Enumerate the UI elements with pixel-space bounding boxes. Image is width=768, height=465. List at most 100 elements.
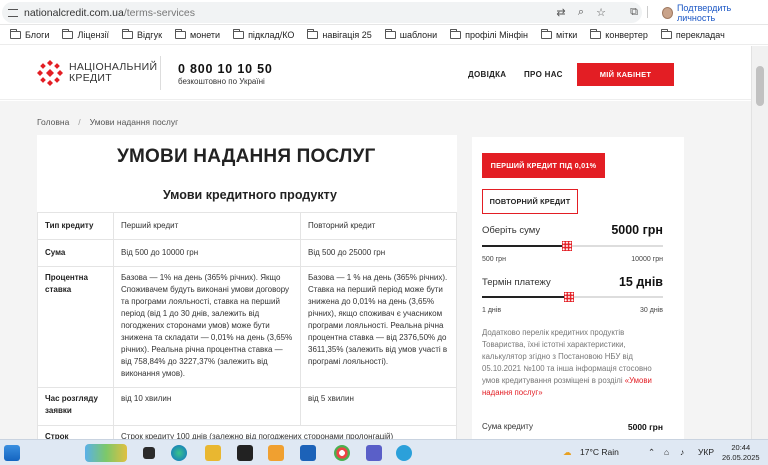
amount-slider-handle[interactable] — [562, 241, 573, 251]
site-header: НАЦІОНАЛЬНИЙ КРЕДИТ 0 800 10 10 50 безко… — [0, 46, 751, 100]
breadcrumb-home-link[interactable]: Головна — [37, 117, 69, 127]
table-cell: Перший кредит — [113, 212, 301, 240]
my-cabinet-button[interactable]: МІЙ КАБІНЕТ — [577, 63, 674, 86]
clock-time: 20:44 — [731, 443, 751, 452]
system-clock[interactable]: 20:44 26.05.2025 — [722, 443, 760, 463]
widgets-icon[interactable] — [85, 444, 127, 462]
address-bar[interactable]: nationalcredit.com.ua/terms-services — [2, 2, 642, 23]
table-cell: від 5 хвилин — [300, 387, 457, 426]
bookmark-folder[interactable]: Ліцензії — [62, 28, 109, 40]
section-subtitle: Умови кредитного продукту — [163, 188, 337, 202]
profile-button[interactable]: Подтвердить личность — [662, 3, 762, 23]
chrome-icon[interactable] — [334, 445, 350, 461]
app-icon[interactable] — [268, 445, 284, 461]
credit-sum-value: 5000 грн — [627, 422, 663, 432]
folder-icon — [175, 28, 187, 39]
breadcrumb: Головна / Умови надання послуг — [37, 117, 178, 127]
folder-icon — [233, 28, 245, 39]
amount-slider-fill — [482, 245, 568, 247]
bookmark-folder[interactable]: конвертер — [590, 28, 648, 40]
calculator-info: Додатково перелік кредитних продуктів То… — [482, 327, 662, 399]
bookmarks-bar: Блоги Ліцензії Відгук монети підклад/КО … — [0, 25, 768, 45]
edge-icon[interactable] — [171, 445, 187, 461]
nav-about-link[interactable]: ПРО НАС — [524, 70, 563, 79]
table-cell: від 10 хвилин — [113, 387, 301, 426]
folder-icon — [307, 28, 319, 39]
table-row: Сума Від 500 до 10000 грн Від 500 до 250… — [37, 239, 457, 267]
folder-icon — [660, 28, 672, 39]
term-value: 15 днів — [618, 275, 663, 289]
weather-text[interactable]: 17°C Rain — [580, 447, 619, 457]
volume-icon[interactable]: ♪ — [680, 447, 684, 457]
bookmark-folder[interactable]: Відгук — [122, 28, 162, 40]
folder-icon — [384, 28, 396, 39]
repeat-credit-button[interactable]: ПОВТОРНИЙ КРЕДИТ — [482, 189, 578, 214]
term-min: 1 днів — [482, 307, 502, 314]
phone-caption: безкоштовно по Україні — [178, 77, 265, 86]
folder-icon — [541, 28, 553, 39]
store-icon[interactable] — [237, 445, 253, 461]
page-scrollbar[interactable] — [751, 46, 768, 439]
scrollbar-thumb[interactable] — [756, 66, 764, 106]
main-content: УМОВИ НАДАННЯ ПОСЛУГ Умови кредитного пр… — [37, 135, 457, 456]
logo-line-2: КРЕДИТ — [69, 72, 112, 84]
term-slider[interactable] — [482, 292, 663, 302]
amount-label: Оберіть суму — [482, 225, 541, 236]
first-credit-button[interactable]: ПЕРШИЙ КРЕДИТ ПІД 0,01% — [482, 153, 605, 178]
site-info-icon[interactable] — [8, 8, 18, 17]
address-bar-row: nationalcredit.com.ua/terms-services ⇄ ⌕… — [0, 0, 768, 25]
table-cell: Від 500 до 10000 грн — [113, 239, 301, 267]
breadcrumb-current: Умови надання послуг — [89, 117, 179, 127]
network-icon[interactable]: ⌂ — [664, 447, 669, 457]
logo-icon[interactable] — [37, 60, 63, 86]
table-label-cell: Тип кредиту — [37, 212, 114, 240]
toolbar-divider — [647, 6, 648, 18]
telegram-icon[interactable] — [396, 445, 412, 461]
bookmark-folder[interactable]: монети — [175, 28, 220, 40]
credit-calculator: ПЕРШИЙ КРЕДИТ ПІД 0,01% ПОВТОРНИЙ КРЕДИТ… — [472, 137, 684, 439]
term-label: Термін платежу — [482, 277, 551, 288]
tray-chevron-icon[interactable]: ⌃ — [648, 447, 655, 458]
logo-text[interactable]: НАЦІОНАЛЬНИЙ КРЕДИТ — [69, 62, 157, 84]
phone-number[interactable]: 0 800 10 10 50 — [178, 62, 273, 76]
product-terms-table: Тип кредиту Перший кредит Повторний кред… — [37, 212, 457, 456]
bookmark-folder[interactable]: навігація 25 — [307, 28, 372, 40]
amount-slider[interactable] — [482, 241, 663, 251]
file-explorer-icon[interactable] — [205, 445, 221, 461]
table-row: Тип кредиту Перший кредит Повторний кред… — [37, 212, 457, 240]
language-indicator[interactable]: УКР — [698, 447, 714, 457]
folder-icon — [122, 28, 134, 39]
extensions-icon[interactable]: ⧉ — [627, 5, 641, 19]
table-row: Час розгляду заявки від 10 хвилин від 5 … — [37, 387, 457, 426]
bookmark-folder[interactable]: профілі Мінфін — [450, 28, 528, 40]
term-slider-handle[interactable] — [563, 292, 574, 302]
url-path: /terms-services — [123, 6, 195, 19]
url-domain: nationalcredit.com.ua — [24, 6, 124, 19]
bookmark-folder[interactable]: перекладач — [660, 28, 725, 40]
start-icon[interactable] — [4, 445, 20, 461]
translate-icon[interactable]: ⇄ — [554, 5, 568, 19]
table-cell: Повторний кредит — [300, 212, 457, 240]
outlook-icon[interactable] — [300, 445, 316, 461]
table-cell: Базова — 1 % на день (365% річних). Став… — [300, 266, 457, 388]
bookmark-folder[interactable]: мітки — [541, 28, 577, 40]
table-label-cell: Сума — [37, 239, 114, 267]
bookmark-folder[interactable]: Блоги — [10, 28, 49, 40]
folder-icon — [10, 28, 21, 39]
page-title: УМОВИ НАДАННЯ ПОСЛУГ — [117, 146, 376, 167]
avatar-icon — [662, 6, 673, 19]
zoom-icon[interactable]: ⌕ — [574, 5, 588, 19]
table-label-cell: Процентна ставка — [37, 266, 114, 388]
star-bookmark-icon[interactable]: ☆ — [594, 5, 608, 19]
table-row: Процентна ставка Базова — 1% на день (36… — [37, 266, 457, 388]
bookmark-folder[interactable]: підклад/КО — [233, 28, 294, 40]
task-view-icon[interactable] — [143, 447, 155, 459]
weather-icon: ☁ — [563, 447, 572, 457]
folder-icon — [62, 28, 74, 39]
table-cell: Базова — 1% на день (365% річних). Якщо … — [113, 266, 301, 388]
term-slider-fill — [482, 296, 569, 298]
teams-icon[interactable] — [366, 445, 382, 461]
bookmark-folder[interactable]: шаблони — [384, 28, 437, 40]
amount-value: 5000 грн — [611, 223, 663, 237]
nav-help-link[interactable]: ДОВІДКА — [468, 70, 506, 79]
